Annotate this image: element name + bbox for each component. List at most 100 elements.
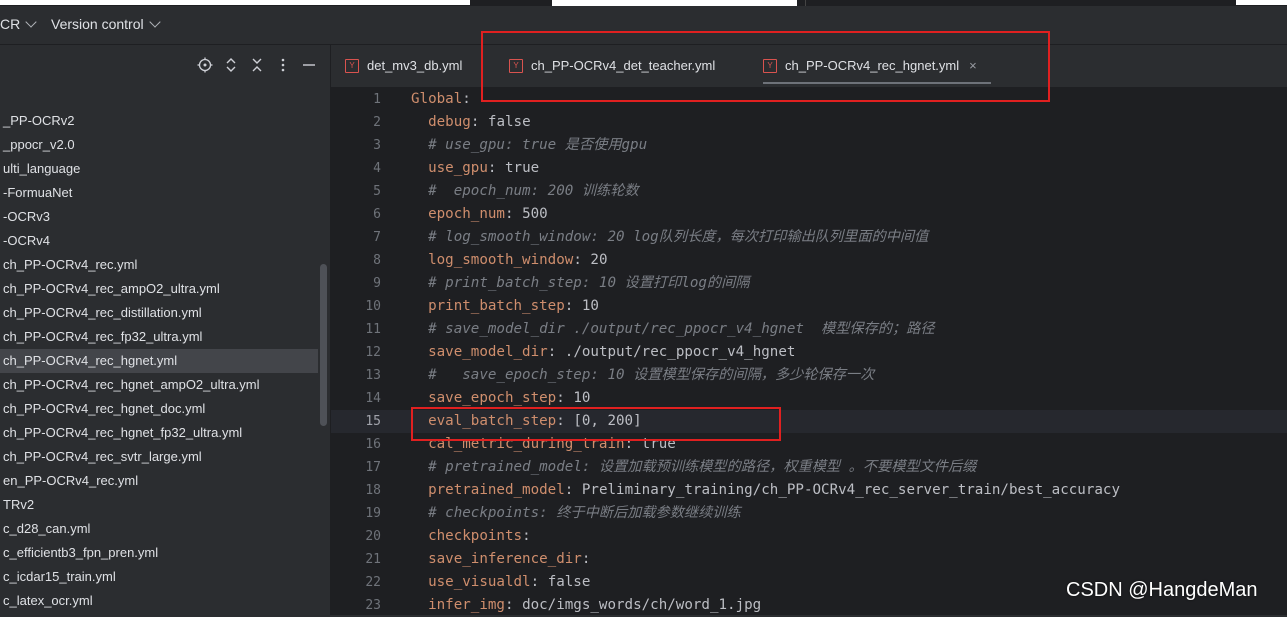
line-number: 16: [365, 436, 381, 452]
code-comment: # pretrained_model: 设置加载预训练模型的路径，权重模型 。不…: [428, 458, 977, 475]
project-menu[interactable]: CR: [0, 16, 37, 32]
code-line[interactable]: save_inference_dir:: [411, 548, 590, 571]
yaml-separator: :: [547, 343, 565, 360]
code-line[interactable]: print_batch_step: 10: [411, 295, 599, 318]
project-tree-item[interactable]: _PP-OCRv2: [0, 109, 318, 133]
line-number: 21: [365, 551, 381, 567]
code-line[interactable]: pretrained_model: Preliminary_training/c…: [411, 479, 1120, 502]
collapse-all-icon[interactable]: [249, 57, 265, 73]
more-icon[interactable]: [275, 57, 291, 73]
yaml-separator: :: [564, 297, 582, 314]
code-comment: # checkpoints: 终于中断后加载参数继续训练: [428, 504, 741, 521]
code-line[interactable]: debug: false: [411, 111, 531, 134]
code-comment: # save_model_dir ./output/rec_ppocr_v4_h…: [428, 320, 935, 337]
code-editor[interactable]: 1 2 3 4 5 6 7 8 9 10 11 12 13 14 15 16 17 18 19 20 21 22 23 Gl…: [331, 88, 1287, 615]
yaml-value: false: [487, 113, 531, 130]
annotation-box-tabs: [481, 31, 1050, 102]
code-line[interactable]: epoch_num: 500: [411, 203, 548, 226]
code-line[interactable]: infer_img: doc/imgs_words/ch/word_1.jpg: [411, 594, 761, 617]
code-line[interactable]: # log_smooth_window: 20 log队列长度，每次打印输出队列…: [411, 226, 928, 249]
minimize-icon[interactable]: [301, 57, 317, 73]
expand-collapse-icon[interactable]: [223, 57, 239, 73]
project-tree-item[interactable]: ulti_language: [0, 157, 318, 181]
yaml-separator: :: [470, 113, 488, 130]
yaml-key: checkpoints: [428, 527, 523, 544]
code-comment: # epoch_num: 200 训练轮数: [428, 182, 639, 199]
line-number: 2: [373, 114, 381, 130]
watermark: CSDN @HangdeMan: [1066, 579, 1258, 601]
annotation-box-eval-batch-step: [411, 407, 781, 441]
project-tree-item[interactable]: -OCRv4: [0, 229, 318, 253]
target-icon[interactable]: [197, 57, 213, 73]
project-tree-item[interactable]: ch_PP-OCRv4_rec_hgnet.yml: [0, 349, 318, 373]
line-number: 10: [365, 298, 381, 314]
yaml-separator: :: [522, 527, 531, 544]
yaml-value: false: [547, 573, 591, 590]
project-tree-item-label: _ppocr_v2.0: [3, 137, 75, 152]
project-tree-item[interactable]: c_d28_can.yml: [0, 517, 318, 541]
line-number: 18: [365, 482, 381, 498]
line-number: 13: [365, 367, 381, 383]
yaml-separator: :: [504, 205, 523, 222]
yaml-separator: :: [462, 90, 471, 107]
code-line[interactable]: # checkpoints: 终于中断后加载参数继续训练: [411, 502, 741, 525]
project-tree-item-label: -OCRv4: [3, 233, 50, 248]
yaml-key: log_smooth_window: [428, 251, 574, 268]
project-tree-item-label: -OCRv3: [3, 209, 50, 224]
yaml-key: save_epoch_step: [428, 389, 557, 406]
project-tree-item[interactable]: -FormuaNet: [0, 181, 318, 205]
project-tree-item[interactable]: ch_PP-OCRv4_rec_hgnet_fp32_ultra.yml: [0, 421, 318, 445]
project-tree-item[interactable]: c_latex_ocr.yml: [0, 589, 318, 613]
code-line[interactable]: use_visualdl: false: [411, 571, 590, 594]
project-tree-item-label: ch_PP-OCRv4_rec_hgnet_fp32_ultra.yml: [3, 425, 243, 440]
project-tree-item[interactable]: c_efficientb3_fpn_pren.yml: [0, 541, 318, 565]
code-line[interactable]: # pretrained_model: 设置加载预训练模型的路径，权重模型 。不…: [411, 456, 976, 479]
line-number: 19: [365, 505, 381, 521]
tab-label: det_mv3_db.yml: [367, 58, 463, 73]
yaml-file-icon: Y: [345, 58, 359, 73]
project-tree-item[interactable]: ch_PP-OCRv4_rec_distillation.yml: [0, 301, 318, 325]
project-tree-item[interactable]: -OCRv3: [0, 205, 318, 229]
code-line[interactable]: use_gpu: true: [411, 157, 539, 180]
code-line[interactable]: # print_batch_step: 10 设置打印log的间隔: [411, 272, 750, 295]
project-tree-item[interactable]: en_PP-OCRv4_rec.yml: [0, 469, 318, 493]
code-comment: # print_batch_step: 10 设置打印log的间隔: [428, 274, 750, 291]
project-tree-item[interactable]: ch_PP-OCRv4_rec_svtr_large.yml: [0, 445, 318, 469]
code-line[interactable]: # epoch_num: 200 训练轮数: [411, 180, 639, 203]
project-tree-item[interactable]: ch_PP-OCRv4_rec_ampO2_ultra.yml: [0, 277, 318, 301]
project-tree-item-label: ch_PP-OCRv4_rec_ampO2_ultra.yml: [3, 281, 220, 296]
code-comment: # save_epoch_step: 10 设置模型保存的间隔，多少轮保存一次: [428, 366, 875, 383]
project-tree-item[interactable]: ch_PP-OCRv4_rec_hgnet_doc.yml: [0, 397, 318, 421]
project-tree-item[interactable]: ch_PP-OCRv4_rec.yml: [0, 253, 318, 277]
project-tree-item[interactable]: c_icdar15_train.yml: [0, 565, 318, 589]
yaml-value: 10: [573, 389, 591, 406]
code-line[interactable]: Global:: [411, 88, 471, 111]
version-control-menu[interactable]: Version control: [51, 16, 161, 32]
code-line[interactable]: # save_epoch_step: 10 设置模型保存的间隔，多少轮保存一次: [411, 364, 874, 387]
project-tree-item-label: -FormuaNet: [3, 185, 73, 200]
project-tree-item[interactable]: TRv2: [0, 493, 318, 517]
project-tree-item[interactable]: _ppocr_v2.0: [0, 133, 318, 157]
code-line[interactable]: log_smooth_window: 20: [411, 249, 607, 272]
project-tree-item[interactable]: ch_PP-OCRv4_rec_hgnet_ampO2_ultra.yml: [0, 373, 318, 397]
project-tree-item[interactable]: ch_PP-OCRv4_rec_fp32_ultra.yml: [0, 325, 318, 349]
code-line[interactable]: # use_gpu: true 是否使用gpu: [411, 134, 647, 157]
project-tree-item-label: ch_PP-OCRv4_rec_hgnet.yml: [3, 353, 178, 368]
code-line[interactable]: checkpoints:: [411, 525, 531, 548]
code-line[interactable]: save_model_dir: ./output/rec_ppocr_v4_hg…: [411, 341, 795, 364]
tab-det-mv3-db[interactable]: Ydet_mv3_db.yml: [345, 45, 462, 87]
line-number: 12: [365, 344, 381, 360]
project-scrollbar[interactable]: [320, 264, 327, 426]
project-tree-item-label: TRv2: [3, 497, 35, 512]
code-line[interactable]: # save_model_dir ./output/rec_ppocr_v4_h…: [411, 318, 935, 341]
